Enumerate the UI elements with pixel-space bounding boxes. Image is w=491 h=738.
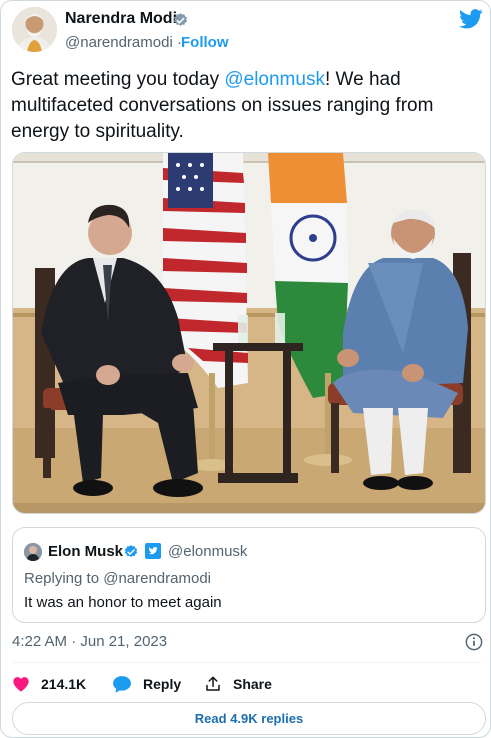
share-label: Share bbox=[233, 676, 272, 692]
quoted-author-handle[interactable]: @elonmusk bbox=[168, 543, 247, 560]
share-button[interactable]: Share bbox=[204, 673, 272, 695]
tweet-timestamp[interactable]: 4:22 AM · Jun 21, 2023 bbox=[12, 633, 167, 650]
quoted-tweet-text: It was an honor to meet again bbox=[24, 594, 222, 611]
like-button[interactable]: 214.1K bbox=[12, 673, 86, 695]
tweet-photo[interactable] bbox=[12, 152, 486, 514]
twitter-logo-icon[interactable] bbox=[459, 9, 483, 29]
verified-badge-icon bbox=[173, 13, 188, 26]
tweet-text: Great meeting you today @elonmusk! We ha… bbox=[11, 67, 481, 145]
follow-button[interactable]: Follow bbox=[181, 34, 229, 51]
quoted-author-name[interactable]: Elon Musk bbox=[48, 543, 123, 560]
reply-label: Reply bbox=[143, 676, 182, 692]
quoted-avatar[interactable] bbox=[24, 543, 42, 561]
share-icon bbox=[206, 676, 220, 691]
reply-bubble-icon bbox=[113, 675, 131, 693]
author-handle[interactable]: @narendramodi bbox=[65, 34, 173, 51]
heart-icon bbox=[13, 677, 29, 692]
read-replies-label: Read 4.9K replies bbox=[194, 711, 304, 726]
quoted-tweet[interactable]: Elon Musk @elonmusk Replying to @narendr… bbox=[12, 527, 486, 623]
mention-link[interactable]: @elonmusk bbox=[224, 69, 325, 90]
reply-button[interactable]: Reply bbox=[112, 673, 181, 695]
divider bbox=[12, 662, 481, 663]
author-name[interactable]: Narendra Modi bbox=[65, 10, 177, 28]
replying-to-text: Replying to @narendramodi bbox=[24, 570, 211, 587]
twitter-square-icon bbox=[145, 543, 161, 559]
tweet-card: Narendra Modi @narendramodi · Follow Gre… bbox=[0, 0, 491, 738]
author-avatar[interactable] bbox=[12, 7, 57, 52]
like-count: 214.1K bbox=[41, 676, 87, 692]
info-icon[interactable] bbox=[465, 633, 483, 651]
read-replies-button[interactable]: Read 4.9K replies bbox=[12, 702, 486, 735]
tweet-text-start: Great meeting you today bbox=[11, 69, 225, 90]
verified-badge-icon bbox=[124, 545, 138, 558]
